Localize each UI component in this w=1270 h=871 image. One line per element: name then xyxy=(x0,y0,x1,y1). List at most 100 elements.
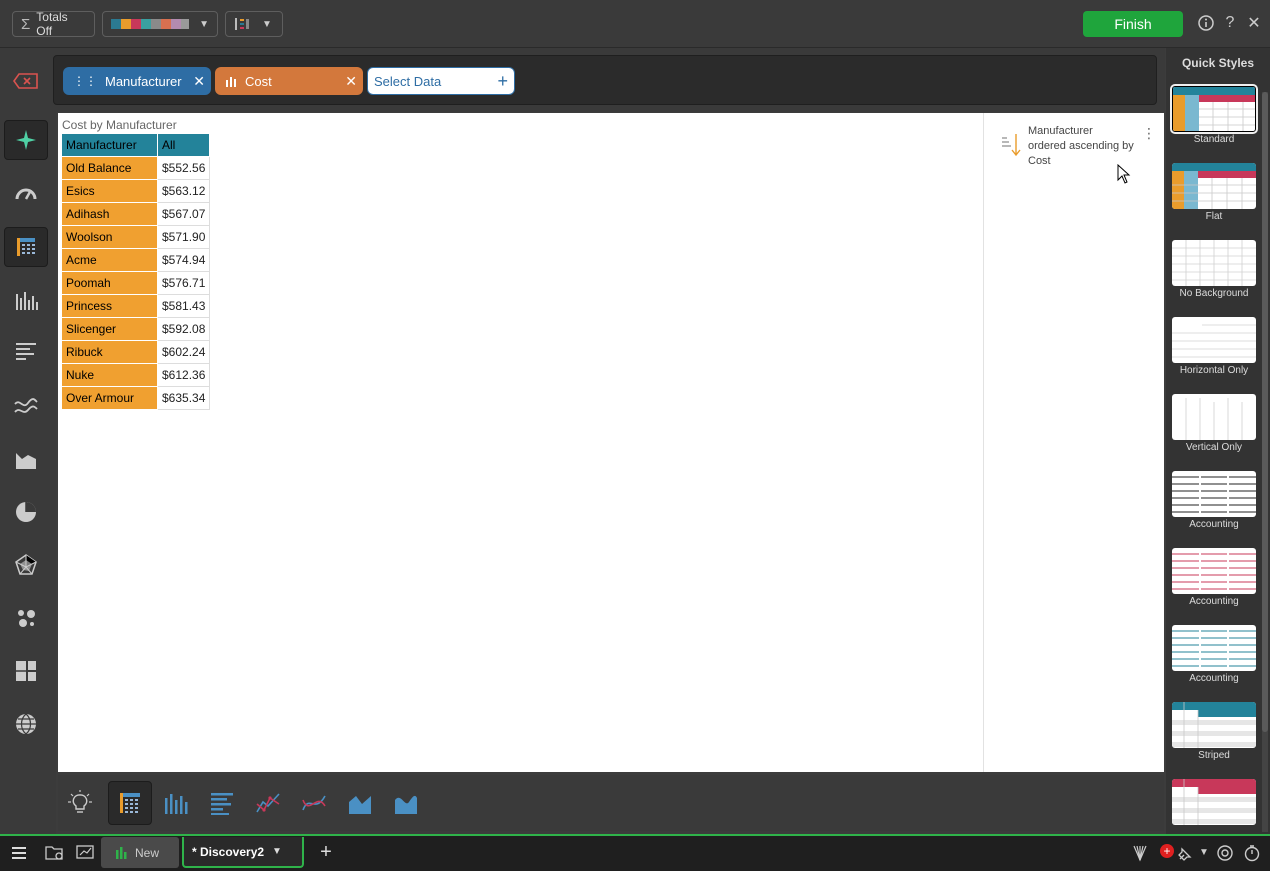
row-value[interactable]: $567.07 xyxy=(156,202,211,226)
row-value[interactable]: $581.43 xyxy=(156,294,211,318)
table-row[interactable]: Slicenger $592.08 xyxy=(61,317,211,341)
app-root: Σ Totals Off ▼ ▼ Finish ? ✕ ⋮⋮ Manufactu… xyxy=(0,0,1270,871)
clear-filters-icon[interactable] xyxy=(12,70,40,92)
table-row[interactable]: Ribuck $602.24 xyxy=(61,340,211,364)
column-chart-icon[interactable] xyxy=(4,280,48,320)
table-row[interactable]: Over Armour $635.34 xyxy=(61,386,211,410)
grip-icon: ⋮⋮ xyxy=(73,74,97,88)
folder-icon[interactable] xyxy=(44,843,66,863)
bar-chart-icon[interactable] xyxy=(200,781,244,825)
style-striped[interactable] xyxy=(1172,702,1256,748)
table-icon[interactable] xyxy=(108,781,152,825)
remove-chip-icon[interactable]: ✕ xyxy=(193,73,205,90)
lightbulb-icon[interactable] xyxy=(58,781,102,825)
row-label[interactable]: Nuke xyxy=(61,363,158,387)
column-chart-icon[interactable] xyxy=(154,781,198,825)
timer-icon[interactable] xyxy=(1243,844,1261,862)
header-manufacturer[interactable]: Manufacturer xyxy=(61,133,158,157)
row-label[interactable]: Poomah xyxy=(61,271,158,295)
sort-order-text: ordered ascending by xyxy=(1028,140,1134,152)
spline-area-icon[interactable] xyxy=(384,781,428,825)
style-standard[interactable] xyxy=(1170,84,1258,134)
table-row[interactable]: Poomah $576.71 xyxy=(61,271,211,295)
tab-new[interactable]: New xyxy=(101,837,179,868)
style-accounting-red[interactable] xyxy=(1172,548,1256,594)
row-value[interactable]: $571.90 xyxy=(156,225,211,249)
finish-button[interactable]: Finish xyxy=(1083,11,1183,37)
remove-chip-icon[interactable]: ✕ xyxy=(345,73,357,90)
alert-badge-icon[interactable]: + xyxy=(1160,844,1174,858)
pin-icon[interactable] xyxy=(1176,845,1194,863)
sigma-icon: Σ xyxy=(21,15,31,33)
table-row[interactable]: Princess $581.43 xyxy=(61,294,211,318)
table-icon[interactable] xyxy=(4,227,48,267)
select-data-chip[interactable]: Select Data + xyxy=(367,67,515,95)
table-row[interactable]: Woolson $571.90 xyxy=(61,225,211,249)
network-icon[interactable] xyxy=(1130,844,1150,862)
visualization-canvas xyxy=(58,113,1164,772)
row-value[interactable]: $612.36 xyxy=(156,363,211,387)
hamburger-menu-icon[interactable] xyxy=(10,844,30,862)
more-options-icon[interactable]: ⋮ xyxy=(1142,126,1156,140)
chevron-down-icon[interactable]: ▼ xyxy=(272,846,282,857)
screen-icon[interactable] xyxy=(75,843,97,863)
style-accounting-dark[interactable] xyxy=(1172,471,1256,517)
style-vertical-only[interactable] xyxy=(1172,394,1256,440)
row-value[interactable]: $576.71 xyxy=(156,271,211,295)
row-label[interactable]: Old Balance xyxy=(61,156,158,180)
radar-chart-icon[interactable] xyxy=(4,545,48,585)
row-label[interactable]: Princess xyxy=(61,294,158,318)
table-options-dropdown[interactable]: ▼ xyxy=(225,11,283,37)
chip-manufacturer[interactable]: ⋮⋮ Manufacturer ✕ xyxy=(63,67,211,95)
add-tab-icon[interactable]: + xyxy=(316,842,336,862)
style-accounting-teal[interactable] xyxy=(1172,625,1256,671)
color-palette-dropdown[interactable]: ▼ xyxy=(102,11,218,37)
row-label[interactable]: Adihash xyxy=(61,202,158,226)
row-label[interactable]: Woolson xyxy=(61,225,158,249)
tab-discovery2[interactable]: * Discovery2 ▼ xyxy=(182,837,304,868)
area-chart-icon[interactable] xyxy=(4,439,48,479)
chip-cost[interactable]: Cost ✕ xyxy=(215,67,363,95)
row-label[interactable]: Esics xyxy=(61,179,158,203)
area-chart-icon[interactable] xyxy=(338,781,382,825)
globe-icon[interactable] xyxy=(4,704,48,744)
bar-chart-icon[interactable] xyxy=(4,332,48,372)
style-flat[interactable] xyxy=(1172,163,1256,209)
sparkle-icon[interactable] xyxy=(4,120,48,160)
line-chart-icon[interactable] xyxy=(246,781,290,825)
help-icon[interactable]: ? xyxy=(1221,14,1239,32)
totals-button[interactable]: Σ Totals Off xyxy=(12,10,95,38)
row-value[interactable]: $635.34 xyxy=(156,386,211,410)
row-value[interactable]: $574.94 xyxy=(156,248,211,272)
table-row[interactable]: Acme $574.94 xyxy=(61,248,211,272)
style-striped-red[interactable] xyxy=(1172,779,1256,825)
scrollbar-thumb[interactable] xyxy=(1262,92,1268,732)
style-horizontal-only[interactable] xyxy=(1172,317,1256,363)
gauge-icon[interactable] xyxy=(4,173,48,213)
row-label[interactable]: Ribuck xyxy=(61,340,158,364)
style-label: Striped xyxy=(1198,750,1230,761)
quick-styles-title: Quick Styles xyxy=(1181,56,1255,70)
table-row[interactable]: Adihash $567.07 xyxy=(61,202,211,226)
treemap-icon[interactable] xyxy=(4,651,48,691)
chevron-down-icon[interactable]: ▼ xyxy=(1199,847,1209,858)
row-value[interactable]: $563.12 xyxy=(156,179,211,203)
row-value[interactable]: $552.56 xyxy=(156,156,211,180)
row-value[interactable]: $592.08 xyxy=(156,317,211,341)
info-icon[interactable] xyxy=(1197,14,1215,32)
row-label[interactable]: Over Armour xyxy=(61,386,158,410)
header-all[interactable]: All xyxy=(156,133,211,157)
row-label[interactable]: Acme xyxy=(61,248,158,272)
line-chart-icon[interactable] xyxy=(4,386,48,426)
row-value[interactable]: $602.24 xyxy=(156,340,211,364)
table-row[interactable]: Esics $563.12 xyxy=(61,179,211,203)
pie-chart-icon[interactable] xyxy=(4,492,48,532)
style-no-background[interactable] xyxy=(1172,240,1256,286)
close-icon[interactable]: ✕ xyxy=(1245,14,1263,32)
scatter-chart-icon[interactable] xyxy=(4,598,48,638)
table-row[interactable]: Old Balance $552.56 xyxy=(61,156,211,180)
spline-chart-icon[interactable] xyxy=(292,781,336,825)
row-label[interactable]: Slicenger xyxy=(61,317,158,341)
swirl-icon[interactable] xyxy=(1216,844,1234,862)
table-row[interactable]: Nuke $612.36 xyxy=(61,363,211,387)
